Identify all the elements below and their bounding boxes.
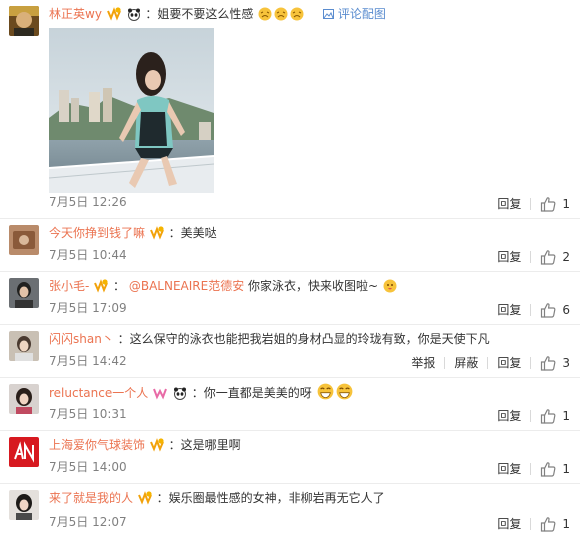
comment-item: 来了就是我的人 ：娱乐圈最性感的女神，非柳岩再无它人了 7月5日 12:07 回… [0,484,580,538]
like-button[interactable]: 3 [540,355,570,371]
username-link[interactable]: 闪闪shan丶 [49,332,114,346]
like-button[interactable]: 1 [540,408,570,424]
crying-emoji-icon [274,7,288,21]
divider [530,303,532,316]
reply-button[interactable]: 回复 [497,407,521,424]
like-button[interactable]: 1 [540,196,570,212]
divider [530,250,532,263]
comment-time: 7月5日 10:31 [49,407,127,421]
comment-item: 张小毛- ： @BALNEAIRE范德安 你家泳衣，快来收图啦~ 7月5日 17… [0,272,580,325]
thumbs-up-icon [540,408,556,424]
comment-text: ：这么保守的泳衣也能把我岩姐的身材凸显的玲珑有致，你是天使下凡 [117,332,490,346]
divider [487,356,489,369]
like-count: 3 [562,355,570,370]
avatar[interactable] [9,331,39,361]
comment-item: 今天你挣到钱了嘛 ：美美哒 7月5日 10:44 回复 2 [0,219,580,272]
reply-button[interactable]: 回复 [497,460,521,477]
comment-item: reluctance一个人 ：你一直都是美美的呀 7月5日 10:31 回复 1 [0,378,580,431]
comment-photo[interactable] [49,28,214,193]
thumbs-up-icon [540,461,556,477]
comment-item: 闪闪shan丶 ：这么保守的泳衣也能把我岩姐的身材凸显的玲珑有致，你是天使下凡 … [0,325,580,378]
comment-time: 7月5日 12:26 [49,195,127,209]
like-count: 1 [562,461,570,476]
avatar[interactable] [9,225,39,255]
like-button[interactable]: 1 [540,516,570,532]
grin-emoji-icon [317,383,333,400]
like-count: 6 [562,302,570,317]
panda-badge-icon [173,387,186,400]
divider [530,356,532,369]
comment-item: 上海爱你气球装饰 ：这是哪里啊 7月5日 14:00 回复 1 [0,431,580,484]
avatar[interactable] [9,437,39,467]
block-button[interactable]: 屏蔽 [454,354,478,371]
vip-badge-icon [150,226,164,240]
tongue-emoji-icon [383,279,397,293]
thumbs-up-icon [540,249,556,265]
username-link[interactable]: 林正英wy [49,7,102,21]
divider [530,517,532,530]
avatar[interactable] [9,384,39,414]
mention-link[interactable]: @BALNEAIRE范德安 [129,279,244,293]
comment-text: 你家泳衣，快来收图啦~ [248,279,379,293]
picture-icon [323,9,335,19]
comment-time: 7月5日 14:00 [49,460,127,474]
comment-text: ：娱乐圈最性感的女神，非柳岩再无它人了 [156,491,385,505]
comment-text: ：这是哪里啊 [168,438,241,452]
thumbs-up-icon [540,355,556,371]
username-link[interactable]: 张小毛- [49,279,89,293]
comment-list: 林正英wy ：姐要不要这么性感 评论配图 7月5日 12:26 回复 1 今天你… [0,0,580,538]
avatar[interactable] [9,490,39,520]
vip-badge-icon [107,7,121,21]
comment-item: 林正英wy ：姐要不要这么性感 评论配图 7月5日 12:26 回复 1 [0,0,580,219]
like-button[interactable]: 6 [540,302,570,318]
reply-button[interactable]: 回复 [497,354,521,371]
username-link[interactable]: 来了就是我的人 [49,491,133,505]
divider [444,356,446,369]
comment-text: ：姐要不要这么性感 [145,7,254,21]
vip-badge-icon [138,491,152,505]
username-link[interactable]: reluctance一个人 [49,386,148,400]
like-count: 1 [562,196,570,211]
comment-text: ：美美哒 [168,226,217,240]
reply-button[interactable]: 回复 [497,195,521,212]
report-button[interactable]: 举报 [411,354,435,371]
panda-badge-icon [127,8,140,21]
vip-badge-icon [150,438,164,452]
vip-badge-icon [94,279,108,293]
crying-emoji-icon [258,7,272,21]
pink-badge-icon [153,388,168,400]
comment-time: 7月5日 12:07 [49,515,127,529]
username-link[interactable]: 今天你挣到钱了嘛 [49,226,145,240]
avatar[interactable] [9,6,39,36]
like-count: 1 [562,408,570,423]
crying-emoji-icon [290,7,304,21]
thumbs-up-icon [540,196,556,212]
reply-button[interactable]: 回复 [497,301,521,318]
thumbs-up-icon [540,302,556,318]
reply-button[interactable]: 回复 [497,515,521,532]
username-link[interactable]: 上海爱你气球装饰 [49,438,145,452]
like-count: 1 [562,516,570,531]
comment-text: ：你一直都是美美的呀 [191,386,312,400]
thumbs-up-icon [540,516,556,532]
divider [530,462,532,475]
like-button[interactable]: 2 [540,249,570,265]
like-button[interactable]: 1 [540,461,570,477]
like-count: 2 [562,249,570,264]
reply-button[interactable]: 回复 [497,248,521,265]
divider [530,409,532,422]
avatar[interactable] [9,278,39,308]
comment-time: 7月5日 10:44 [49,248,127,262]
comment-time: 7月5日 17:09 [49,301,127,315]
grin-emoji-icon [336,383,352,400]
comment-time: 7月5日 14:42 [49,354,127,368]
comment-picture-link[interactable]: 评论配图 [323,7,386,21]
divider [530,197,532,210]
